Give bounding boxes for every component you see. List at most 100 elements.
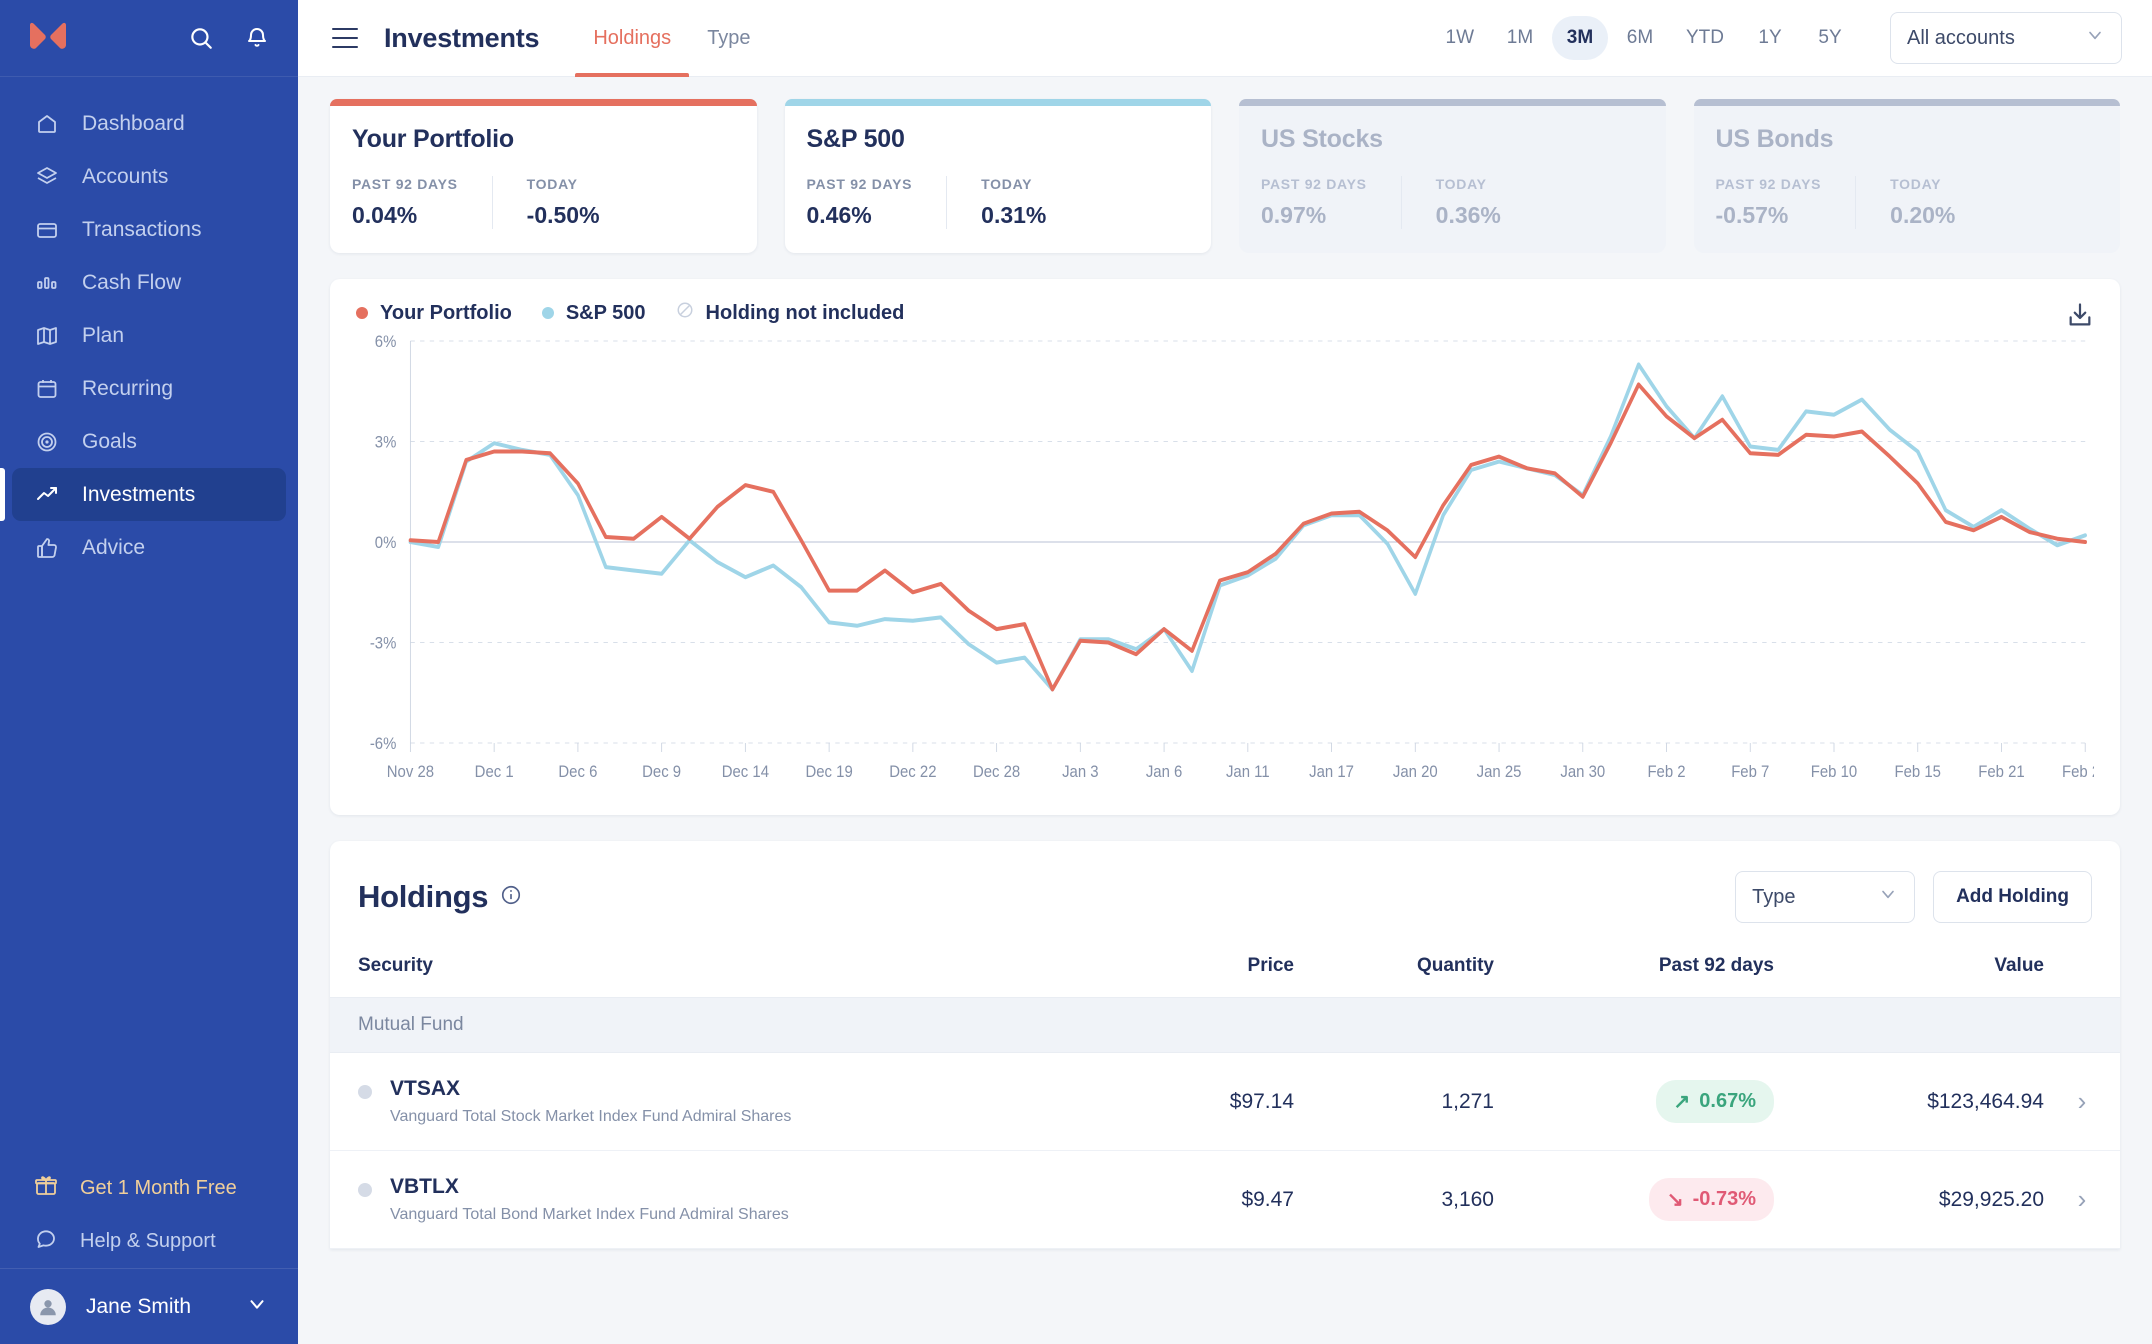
range-5y[interactable]: 5Y [1802,16,1858,60]
legend-item-sp-500[interactable]: S&P 500 [541,301,646,325]
chevron-down-icon[interactable] [246,1293,268,1321]
table-row[interactable]: VBTLX Vanguard Total Bond Market Index F… [330,1150,2120,1249]
summary-card-your-portfolio[interactable]: Your Portfolio PAST 92 DAYS 0.04% TODAY … [330,99,757,253]
security-name: Vanguard Total Stock Market Index Fund A… [390,1108,792,1125]
security-ticker: VBTLX [390,1175,459,1198]
bell-icon[interactable] [244,25,270,51]
info-icon[interactable] [500,884,522,911]
sidebar-item-advice[interactable]: Advice [12,521,286,574]
sidebar-item-cash-flow[interactable]: Cash Flow [12,256,286,309]
price-cell: $9.47 [1094,1150,1294,1249]
help-label: Help & Support [80,1230,216,1252]
stat-today: TODAY 0.31% [946,176,1080,229]
performance-cell: ↗ 0.67% [1494,1052,1774,1151]
range-1w[interactable]: 1W [1432,16,1489,60]
user-name: Jane Smith [86,1294,192,1318]
butterfly-logo-icon[interactable] [28,21,68,55]
legend-item-your-portfolio[interactable]: Your Portfolio [356,302,512,325]
sidebar-item-label: Transactions [82,217,202,241]
hamburger-menu-icon[interactable] [332,28,358,48]
svg-text:Dec 14: Dec 14 [722,763,769,781]
stat-value: -0.57% [1715,202,1789,228]
holdings-table-head: Security Price Quantity Past 92 days Val… [330,945,2120,998]
sidebar-item-plan[interactable]: Plan [12,309,286,362]
legend-item-holding-not-included[interactable]: Holding not included [676,301,905,325]
sidebar-item-transactions[interactable]: Transactions [12,203,286,256]
card-title: Your Portfolio [352,125,514,153]
price-cell: $97.14 [1094,1052,1294,1151]
download-icon[interactable] [2066,301,2094,329]
holdings-table: Security Price Quantity Past 92 days Val… [330,945,2120,1249]
legend-label: Holding not included [705,301,905,324]
stat-value: 0.46% [806,202,872,228]
range-3m[interactable]: 3M [1552,16,1608,60]
date-range-selector: 1W 1M 3M 6M YTD 1Y 5Y All accounts [1432,12,2122,64]
trending-up-icon [34,482,60,508]
column-header-quantity[interactable]: Quantity [1294,945,1494,998]
get-one-month-free-button[interactable]: Get 1 Month Free [0,1162,298,1215]
sidebar-item-goals[interactable]: Goals [12,415,286,468]
row-detail-link[interactable]: › [2044,1052,2120,1151]
svg-text:Jan 17: Jan 17 [1309,763,1354,781]
legend-label: Your Portfolio [380,301,512,324]
card-stats: PAST 92 DAYS 0.46% TODAY 0.31% [807,176,1190,229]
stat-label: PAST 92 DAYS [352,176,458,192]
arrow-down-right-icon: ↘ [1666,1189,1684,1211]
table-row[interactable]: VTSAX Vanguard Total Stock Market Index … [330,1052,2120,1151]
search-icon[interactable] [188,25,214,51]
calendar-icon [34,376,60,402]
stat-value: 0.04% [352,202,418,228]
column-header-security[interactable]: Security [330,945,1094,998]
group-row-mutual-fund: Mutual Fund [330,997,2120,1053]
tab-type[interactable]: Type [689,0,768,77]
stat-value: 0.97% [1261,202,1327,228]
sidebar-item-recurring[interactable]: Recurring [12,362,286,415]
type-filter-select[interactable]: Type [1735,871,1916,923]
tab-holdings[interactable]: Holdings [575,0,690,77]
page-tabs: Holdings Type [575,0,768,77]
account-select[interactable]: All accounts [1890,12,2122,64]
range-1y[interactable]: 1Y [1742,16,1798,60]
value-cell: $123,464.94 [1774,1052,2044,1151]
summary-card-sp-500[interactable]: S&P 500 PAST 92 DAYS 0.46% TODAY 0.31% [784,99,1211,253]
chevron-down-icon [1878,884,1898,910]
home-icon [34,111,60,137]
stat-label: PAST 92 DAYS [806,176,913,192]
help-and-support-button[interactable]: Help & Support [0,1215,298,1268]
sidebar-header [0,0,298,77]
range-6m[interactable]: 6M [1612,16,1668,60]
stat-label: TODAY [1435,176,1487,192]
legend-label: S&P 500 [565,301,646,324]
range-ytd[interactable]: YTD [1672,16,1738,60]
user-menu[interactable]: Jane Smith [0,1268,298,1344]
stat-label: TODAY [1890,176,1942,192]
row-detail-link[interactable]: › [2044,1150,2120,1249]
card-title: US Stocks [1261,125,1383,153]
stat-today: TODAY 0.20% [1855,176,1989,229]
column-header-value[interactable]: Value [1774,945,2044,998]
chevron-down-icon [2085,25,2105,51]
sidebar-nav: Dashboard Accounts Transactions Cash Flo… [0,77,298,1162]
type-filter-value: Type [1752,885,1796,908]
stat-value: 0.36% [1435,202,1501,228]
chart-plot[interactable]: 6% 3% 0% -3% -6% Nov 28 Dec 1 Dec 6 Dec 9 Dec 14 D… [356,331,2109,801]
sidebar-item-cash-flow-wrap: Cash Flow [0,256,298,309]
promo-label: Get 1 Month Free [80,1177,237,1199]
sidebar-item-accounts[interactable]: Accounts [12,150,286,203]
card-stats: PAST 92 DAYS 0.04% TODAY -0.50% [352,176,735,229]
security-ticker: VTSAX [390,1077,461,1100]
stat-today: TODAY -0.50% [491,176,634,229]
chevron-right-icon[interactable]: › [2078,1184,2087,1214]
summary-card-us-stocks[interactable]: US Stocks PAST 92 DAYS 0.97% TODAY 0.36% [1239,99,1666,253]
quantity-cell: 1,271 [1294,1052,1494,1151]
add-holding-button[interactable]: Add Holding [1933,871,2092,923]
sidebar-item-investments[interactable]: Investments [0,468,286,521]
account-select-value: All accounts [1907,26,2015,49]
sidebar-item-dashboard[interactable]: Dashboard [12,97,286,150]
chevron-right-icon[interactable]: › [2078,1086,2087,1116]
range-1m[interactable]: 1M [1492,16,1548,60]
column-header-past-92-days[interactable]: Past 92 days [1494,945,1774,998]
column-header-price[interactable]: Price [1094,945,1294,998]
summary-card-us-bonds[interactable]: US Bonds PAST 92 DAYS -0.57% TODAY 0.20% [1693,99,2120,253]
sidebar-item-label: Dashboard [82,111,185,135]
